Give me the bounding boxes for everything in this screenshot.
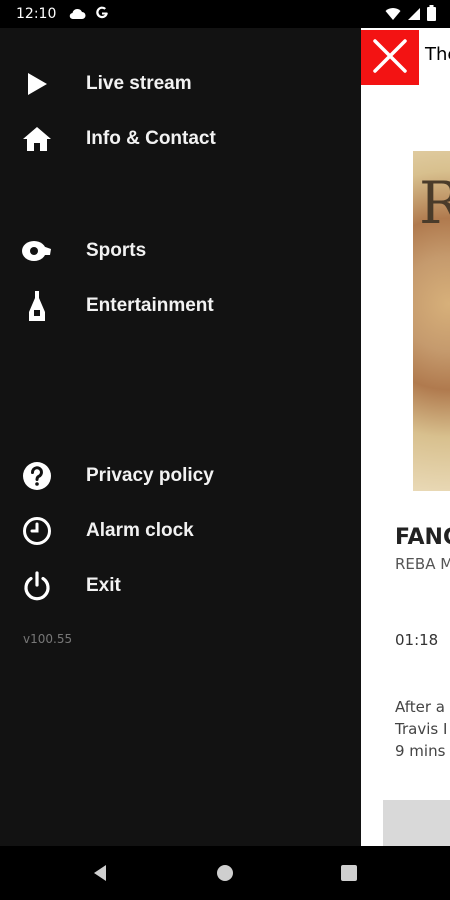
clock-icon	[20, 515, 54, 547]
menu-item-label: Entertainment	[86, 295, 214, 316]
ink-bottle-icon	[20, 290, 54, 322]
signal-icon	[407, 6, 421, 25]
menu-item-privacy-policy[interactable]: Privacy policy	[0, 456, 361, 496]
help-circle-icon	[20, 460, 54, 492]
close-icon	[372, 38, 408, 78]
song-artist: REBA M	[395, 555, 450, 573]
home-icon	[20, 123, 54, 155]
description-line: Travis I	[395, 720, 448, 738]
menu-item-exit[interactable]: Exit	[0, 566, 361, 606]
menu-item-info-contact[interactable]: Info & Contact	[0, 119, 361, 159]
wifi-icon	[385, 6, 401, 25]
description-line: After a	[395, 698, 445, 716]
power-icon	[20, 570, 54, 602]
back-icon[interactable]	[88, 860, 114, 886]
menu-item-label: Exit	[86, 575, 121, 596]
google-g-icon	[94, 5, 110, 25]
system-nav-bar	[0, 846, 450, 900]
menu-item-entertainment[interactable]: Entertainment	[0, 286, 361, 326]
main-content: The R FANC REBA M 01:18 After a Travis I…	[361, 28, 450, 846]
menu-item-alarm-clock[interactable]: Alarm clock	[0, 511, 361, 551]
app-version: v100.55	[23, 632, 73, 646]
song-time: 01:18	[395, 631, 439, 649]
content-header: The	[361, 28, 450, 86]
home-circle-icon[interactable]	[212, 860, 238, 886]
close-button[interactable]	[361, 30, 419, 85]
whistle-icon	[20, 235, 54, 267]
header-title: The	[425, 44, 450, 65]
cloud-icon	[68, 6, 86, 25]
album-art-letter: R	[419, 169, 450, 237]
song-title: FANC	[395, 525, 450, 550]
battery-icon	[427, 5, 436, 25]
menu-item-label: Sports	[86, 240, 147, 261]
menu-item-label: Privacy policy	[86, 465, 214, 486]
menu-item-label: Live stream	[86, 73, 192, 94]
menu-item-label: Alarm clock	[86, 520, 194, 541]
recents-icon[interactable]	[336, 860, 362, 886]
album-art: R	[413, 151, 450, 491]
status-time: 12:10	[16, 6, 57, 22]
navigation-drawer: Live stream Info & Contact Sports Entert…	[0, 28, 361, 846]
menu-item-live-stream[interactable]: Live stream	[0, 64, 361, 104]
content-card[interactable]	[383, 800, 450, 846]
menu-item-sports[interactable]: Sports	[0, 231, 361, 271]
description-line: 9 mins	[395, 742, 446, 760]
status-bar: 12:10	[0, 0, 450, 28]
menu-item-label: Info & Contact	[86, 128, 216, 149]
play-icon	[20, 68, 54, 100]
